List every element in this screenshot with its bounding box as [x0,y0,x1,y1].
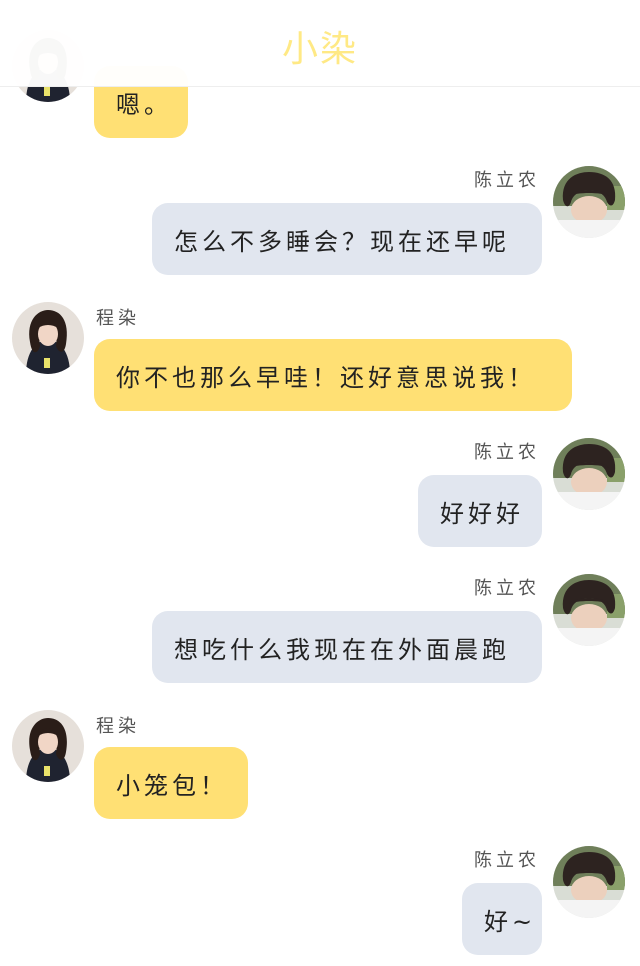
avatar-self-icon[interactable] [553,846,625,918]
message-text: 小笼包！ [116,771,228,800]
message-bubble-incoming[interactable]: 小笼包！ [94,747,248,819]
avatar-self-icon[interactable] [553,574,625,646]
sender-name-self: 陈立农 [474,442,540,463]
header-bar: 小染 [0,0,640,87]
message-bubble-incoming[interactable]: 你不也那么早哇！还好意思说我！ [94,339,572,411]
avatar-self-icon[interactable] [553,438,625,510]
sender-name-other: 程染 [96,716,140,737]
sender-name-self: 陈立农 [474,850,540,871]
sender-name-other: 程染 [96,308,140,329]
avatar-other-icon[interactable] [12,302,84,374]
message-bubble-outgoing[interactable]: 想吃什么我现在在外面晨跑 [152,611,542,683]
sender-name-self: 陈立农 [474,578,540,599]
message-bubble-outgoing[interactable]: 好好好 [418,475,542,547]
message-text: 好好好 [440,499,524,528]
message-bubble-outgoing[interactable]: 好~ [462,883,542,955]
chat-thread: 嗯。 陈立农 怎么不多睡会？现在还早呢 程染 你不也那么早哇！还好意思说我！ 陈… [0,0,640,966]
avatar-self-icon[interactable] [553,166,625,238]
message-bubble-outgoing[interactable]: 怎么不多睡会？现在还早呢 [152,203,542,275]
message-text: 怎么不多睡会？现在还早呢 [174,227,510,256]
message-text: 好~ [484,907,537,936]
message-text: 想吃什么我现在在外面晨跑 [174,635,510,664]
message-text: 嗯。 [116,90,172,119]
message-text: 你不也那么早哇！还好意思说我！ [116,363,536,392]
chat-title: 小染 [281,29,358,70]
avatar-other-icon[interactable] [12,710,84,782]
sender-name-self: 陈立农 [474,170,540,191]
